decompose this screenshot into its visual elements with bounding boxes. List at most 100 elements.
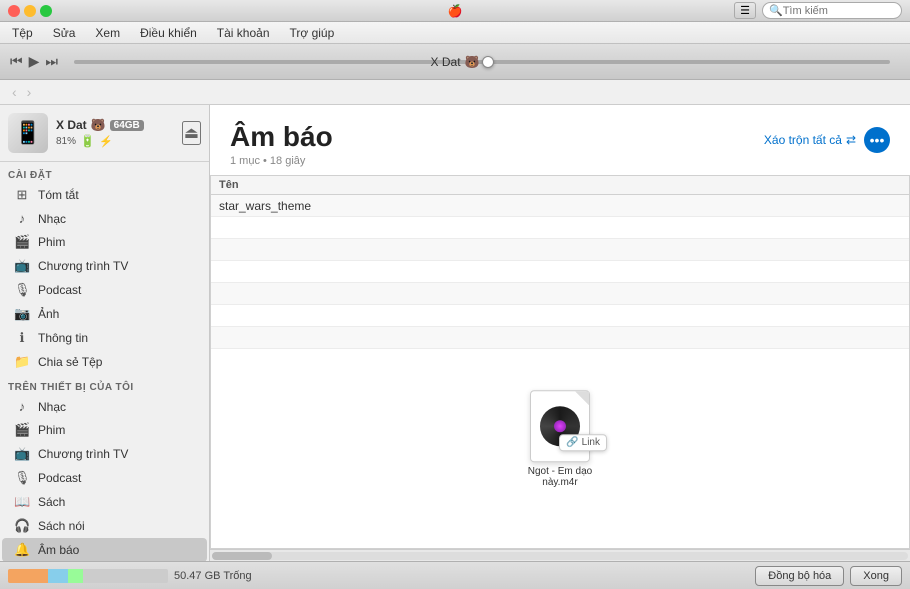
section-cai-dat: Cài đặt [0,162,209,183]
table-row[interactable]: star_wars_theme [211,195,909,217]
shuffle-icon: ⇄ [846,133,856,147]
apple-logo: 🍎 [448,4,463,18]
storage-bar-container: 50.47 GB Trống [8,569,252,583]
scroll-thumb[interactable] [212,552,272,560]
sidebar-item-phim-2[interactable]: 🎬 Phim [2,418,207,442]
forward-button[interactable]: › [23,84,36,100]
title-bar: 🍎 ☰ 🔍 [0,0,910,22]
sidebar-item-am-bao[interactable]: 🔔 Âm báo [2,538,207,561]
ringtones-table[interactable]: Tên star_wars_theme [210,175,910,549]
tv-1-icon: 📺 [14,258,30,274]
device-name-emoji: 🐻 [91,118,106,132]
device-icon: 📱 [8,113,48,153]
table-row-empty-6 [211,327,909,349]
main-container: 📱 X Dat 🐻 64GB 81% 🔋 ⚡ ⏏ Cài đặt ⊞ Tóm t… [0,105,910,561]
storage-audio-segment [8,569,48,583]
storage-apps-segment [48,569,68,583]
menu-sua[interactable]: Sửa [49,25,80,41]
sidebar-item-label: Chương trình TV [38,447,128,461]
device-emoji: 🐻 [465,55,480,69]
phim-1-icon: 🎬 [14,234,30,250]
menu-button[interactable]: ☰ [734,2,756,19]
row-filename: star_wars_theme [219,199,901,213]
page-title-group: Âm báo 1 mục • 18 giây [230,121,333,167]
sidebar-item-label: Podcast [38,283,81,297]
play-button[interactable]: ▶ [29,53,40,70]
search-box[interactable]: 🔍 [762,2,902,19]
table-row-empty-2 [211,239,909,261]
done-button[interactable]: Xong [850,566,902,586]
device-info: X Dat 🐻 64GB 81% 🔋 ⚡ [56,118,174,148]
sidebar-item-anh[interactable]: 📷 Ảnh [2,302,207,326]
bottom-actions: Đồng bộ hóa Xong [755,566,902,586]
shuffle-link[interactable]: Xáo trộn tất cả ⇄ [764,133,856,147]
page-subtitle: 1 mục • 18 giây [230,155,333,167]
title-bar-right: ☰ 🔍 [734,2,902,19]
section-thiet-bi: Trên Thiết bị của tôi [0,374,209,395]
sidebar: 📱 X Dat 🐻 64GB 81% 🔋 ⚡ ⏏ Cài đặt ⊞ Tóm t… [0,105,210,561]
am-bao-icon: 🔔 [14,542,30,558]
menu-xem[interactable]: Xem [91,25,124,41]
phim-2-icon: 🎬 [14,422,30,438]
storage-bar [8,569,168,583]
sidebar-item-chuong-trinh-tv-1[interactable]: 📺 Chương trình TV [2,254,207,278]
sidebar-item-tom-tat[interactable]: ⊞ Tóm tắt [2,183,207,207]
sidebar-item-thong-tin[interactable]: ℹ Thông tin [2,326,207,350]
back-button[interactable]: ‹ [8,84,21,100]
sidebar-item-label: Ảnh [38,307,59,321]
search-icon: 🔍 [769,4,783,17]
fast-forward-button[interactable]: ⏭ [45,53,58,70]
rewind-button[interactable]: ⏮ [10,53,23,70]
sidebar-item-phim-1[interactable]: 🎬 Phim [2,230,207,254]
sidebar-item-sach[interactable]: 📖 Sách [2,490,207,514]
page-title: Âm báo [230,121,333,153]
sidebar-item-label: Âm báo [38,543,79,557]
device-storage-badge: 64GB [110,120,144,131]
storage-free-label: 50.47 GB Trống [174,570,252,582]
progress-thumb[interactable] [482,56,494,68]
sidebar-item-label: Tóm tắt [38,188,79,202]
search-input[interactable] [783,5,893,17]
sidebar-item-podcast-2[interactable]: 🎙 Podcast [2,466,207,490]
table-row-empty-1 [211,217,909,239]
menu-bar: Tệp Sửa Xem Điều khiển Tài khoản Trợ giú… [0,22,910,44]
sidebar-item-label: Nhạc [38,400,66,414]
menu-dieu-khien[interactable]: Điều khiển [136,25,201,41]
sidebar-item-nhac-2[interactable]: ♪ Nhạc [2,395,207,418]
sach-noi-icon: 🎧 [14,518,30,534]
sidebar-item-chia-se-tep[interactable]: 📁 Chia sẻ Tệp [2,350,207,374]
sidebar-item-podcast-1[interactable]: 🎙 Podcast [2,278,207,302]
content-header: Âm báo 1 mục • 18 giây Xáo trộn tất cả ⇄… [210,105,910,175]
menu-tai-khoan[interactable]: Tài khoản [213,25,274,41]
table-row-empty-3 [211,261,909,283]
scroll-track[interactable] [212,552,908,560]
sidebar-item-chuong-trinh-tv-2[interactable]: 📺 Chương trình TV [2,442,207,466]
menu-tep[interactable]: Tệp [8,25,37,41]
maximize-button[interactable] [40,5,52,17]
anh-icon: 📷 [14,306,30,322]
more-button[interactable]: ••• [864,127,890,153]
link-icon: 🔗 [566,437,578,448]
nhac-2-icon: ♪ [14,399,30,414]
bottom-bar: 50.47 GB Trống Đồng bộ hóa Xong [0,561,910,589]
eject-button[interactable]: ⏏ [182,121,201,145]
horizontal-scrollbar[interactable] [210,549,910,561]
column-name: Tên [219,179,901,191]
sidebar-item-sach-noi[interactable]: 🎧 Sách nói [2,514,207,538]
sach-icon: 📖 [14,494,30,510]
close-button[interactable] [8,5,20,17]
file-icon-container[interactable]: 🔗 Link Ngot - Em dạo này.m4r [520,390,600,488]
tom-tat-icon: ⊞ [14,187,30,203]
progress-bar[interactable] [74,60,890,64]
sidebar-item-nhac-1[interactable]: ♪ Nhạc [2,207,207,230]
menu-tro-giup[interactable]: Trợ giúp [286,25,339,41]
transport-bar: ⏮ ▶ ⏭ X Dat 🐻 [0,44,910,80]
table-header: Tên [211,176,909,195]
sidebar-item-label: Thông tin [38,331,88,345]
device-header: 📱 X Dat 🐻 64GB 81% 🔋 ⚡ ⏏ [0,105,209,162]
minimize-button[interactable] [24,5,36,17]
sync-button[interactable]: Đồng bộ hóa [755,566,844,586]
charging-icon: ⚡ [99,135,113,148]
sidebar-item-label: Sách nói [38,519,85,533]
podcast-1-icon: 🎙 [14,282,30,298]
